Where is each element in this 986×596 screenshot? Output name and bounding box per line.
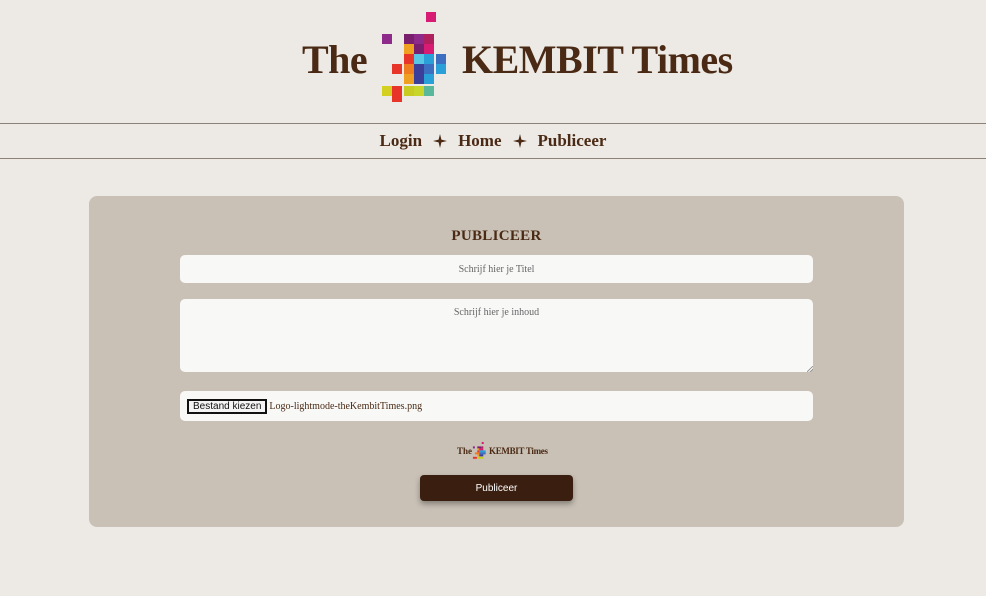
publiceer-submit-button[interactable]: Publiceer — [420, 475, 573, 501]
file-upload-field: Bestand kiezen Logo-lightmode-theKembitT… — [180, 391, 813, 421]
kembit-logo-icon — [382, 12, 446, 102]
brand-the-text: The — [302, 37, 368, 82]
preview-logo-icon — [472, 442, 486, 459]
nav-login-link[interactable]: Login — [380, 131, 423, 151]
preview-brand-name: KEMBIT Times — [489, 446, 548, 456]
form-heading: PUBLICEER — [451, 228, 542, 244]
nav-publiceer-link[interactable]: Publiceer — [538, 131, 607, 151]
four-point-star-icon — [512, 134, 527, 148]
nav-home-link[interactable]: Home — [458, 131, 501, 151]
content-textarea[interactable] — [180, 299, 813, 372]
site-header: The KEMBIT Times — [0, 0, 986, 124]
selected-file-name: Logo-lightmode-theKembitTimes.png — [269, 400, 423, 412]
preview-brand-the: The — [457, 446, 473, 456]
page: The KEMBIT Times Login Home Publiceer PU… — [0, 0, 986, 596]
publish-form-card: PUBLICEER Bestand kiezen Logo-lightmode-… — [89, 196, 904, 527]
brand-name-text: KEMBIT Times — [462, 37, 733, 82]
image-preview: The KEMBIT Times — [457, 442, 548, 460]
title-input[interactable] — [180, 255, 813, 283]
main-nav: Login Home Publiceer — [0, 123, 986, 159]
four-point-star-icon — [433, 134, 448, 148]
resize-handle-icon[interactable] — [807, 366, 813, 372]
choose-file-button[interactable]: Bestand kiezen — [186, 398, 268, 414]
